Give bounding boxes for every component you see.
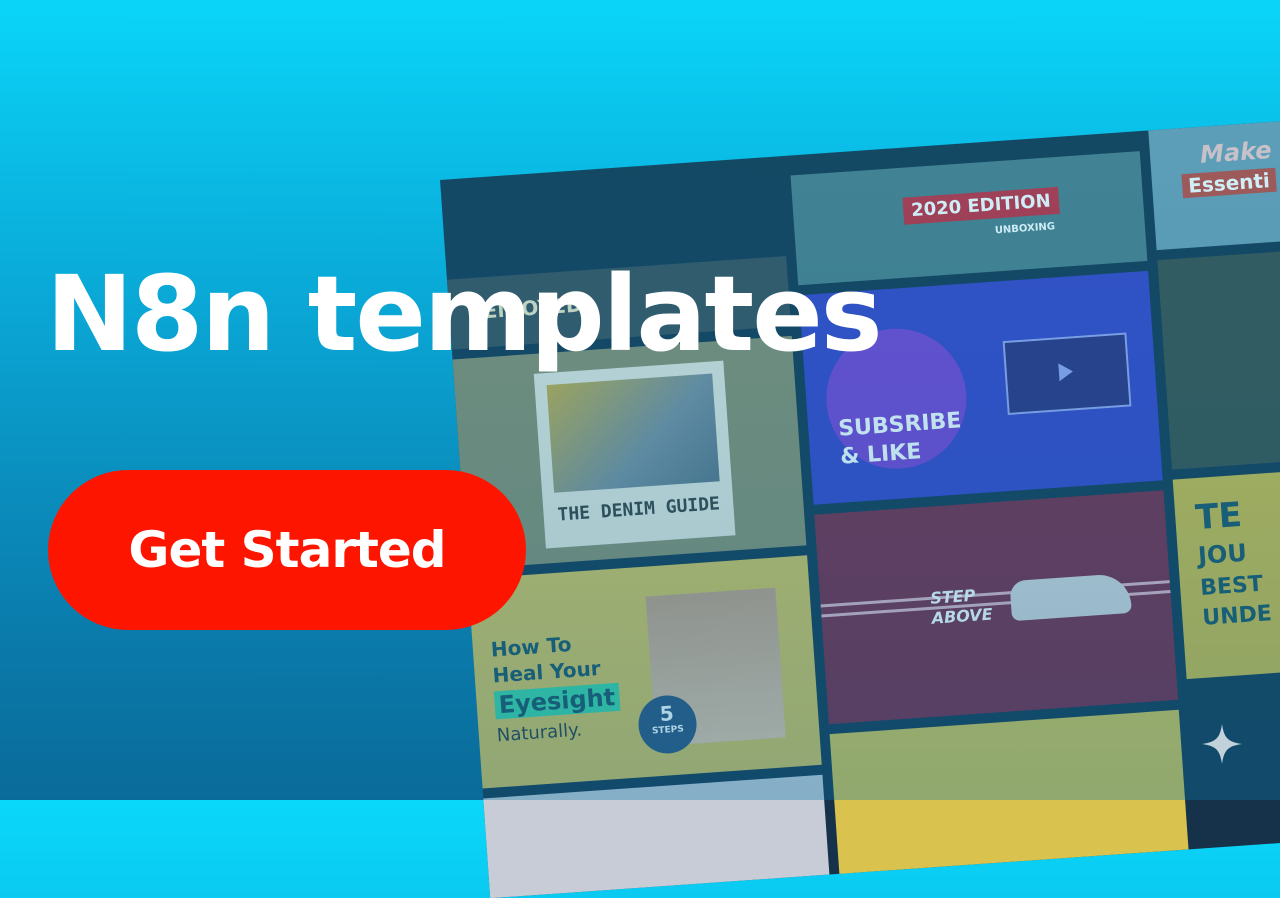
get-started-button[interactable]: Get Started [48,470,526,630]
play-icon [1058,362,1074,382]
steps-badge: 5 STEPS [636,693,699,756]
template-thumbnail-journal[interactable]: TE JOU BEST UNDE [1172,467,1280,680]
photo-image [546,373,720,493]
thumbnail-text: Naturally. [496,719,583,747]
thumbnail-text: STEP [929,585,977,608]
thumbnail-text: Make [1199,135,1273,169]
sneaker-image [1009,572,1132,622]
thumbnail-text: UNDE [1201,601,1273,631]
template-collage: I ENJOYED! THE DENIM GUIDE How To Heal Y… [440,117,1280,898]
thumbnail-text: Heal Your [491,656,602,688]
template-thumbnail-bottom-left[interactable] [483,774,830,898]
thumbnail-text: Essenti [1181,167,1277,199]
thumbnail-text: TE [1194,494,1244,539]
hero-title: N8n templates [46,253,883,375]
template-thumbnail-eyesight[interactable]: How To Heal Your Eyesight Naturally. 5 S… [467,555,822,789]
thumbnail-text: How To [490,631,573,662]
sparkle-icon [1202,724,1242,764]
template-thumbnail-bottom-middle[interactable] [829,709,1189,874]
thumbnail-text: JOU [1197,538,1248,571]
template-thumbnail-step-above[interactable]: STEP ABOVE [814,490,1179,725]
thumbnail-text: Eyesight [493,682,621,720]
photo-frame: THE DENIM GUIDE [533,360,736,549]
thumbnail-text: THE DENIM GUIDE [556,493,721,526]
edition-tag: UNBOXING [994,221,1056,237]
video-frame [1002,332,1132,415]
thumbnail-text: BEST [1199,571,1264,601]
template-thumbnail-make-essentials[interactable]: Make Essenti [1148,117,1280,251]
thumbnail-text: ABOVE [931,604,994,628]
edition-badge: 2020 EDITION [902,186,1060,225]
template-thumbnail-portrait[interactable] [1157,247,1280,470]
